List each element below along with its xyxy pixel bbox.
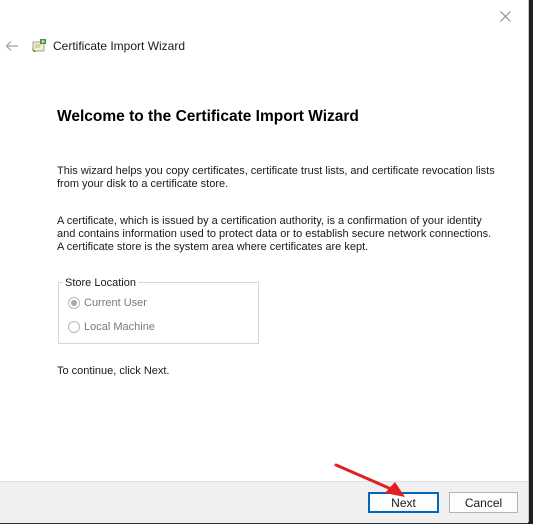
intro-paragraph: This wizard helps you copy certificates,… — [57, 165, 495, 190]
radio-button-unchecked[interactable] — [68, 321, 80, 333]
certificate-icon — [32, 39, 46, 52]
back-button[interactable] — [2, 36, 22, 56]
radio-label-current-user: Current User — [84, 297, 147, 309]
close-button[interactable] — [482, 0, 528, 32]
store-location-group — [58, 282, 259, 344]
cancel-button[interactable]: Cancel — [449, 492, 518, 513]
radio-local-machine[interactable]: Local Machine — [68, 321, 155, 333]
radio-button-checked[interactable] — [68, 297, 80, 309]
certificate-description-paragraph: A certificate, which is issued by a cert… — [57, 215, 492, 253]
radio-label-local-machine: Local Machine — [84, 321, 155, 333]
radio-current-user[interactable]: Current User — [68, 297, 147, 309]
background-edge — [529, 0, 533, 524]
certificate-import-wizard-dialog: Certificate Import Wizard Welcome to the… — [0, 0, 529, 523]
window-title: Certificate Import Wizard — [53, 39, 186, 53]
store-location-legend: Store Location — [63, 277, 138, 289]
close-icon — [499, 10, 511, 22]
page-heading: Welcome to the Certificate Import Wizard — [57, 108, 359, 125]
back-arrow-icon — [5, 41, 18, 51]
next-button[interactable]: Next — [368, 492, 439, 513]
continue-instruction: To continue, click Next. — [57, 365, 170, 377]
